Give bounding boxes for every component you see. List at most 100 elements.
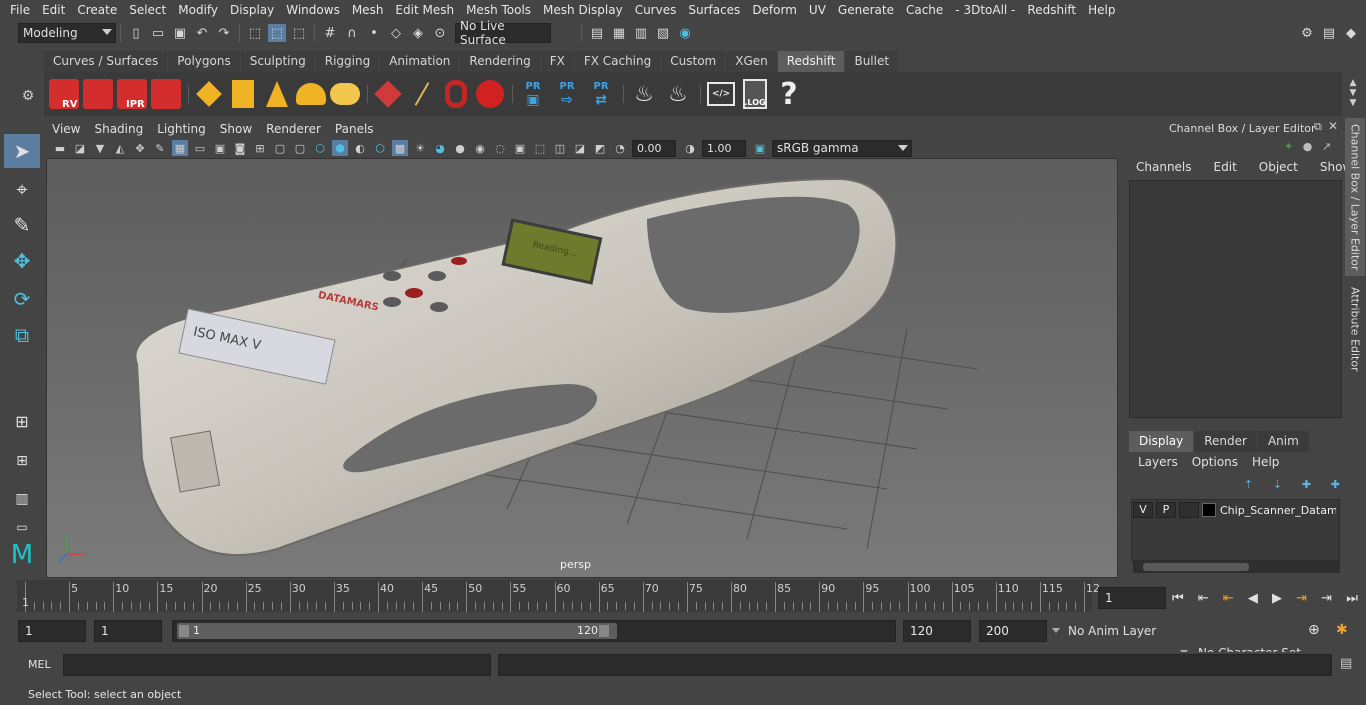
help-icon[interactable]: ?	[773, 77, 805, 112]
shelf-tab-polygons[interactable]: Polygons	[168, 51, 240, 72]
new-layer-selected-icon[interactable]: ✚	[1331, 478, 1340, 494]
menu-modify[interactable]: Modify	[172, 3, 224, 17]
grid-icon[interactable]: ▦	[172, 140, 188, 156]
layer-visibility-toggle[interactable]: V	[1133, 502, 1153, 518]
layer-type-toggle[interactable]	[1179, 502, 1199, 518]
range-slider-bar[interactable]	[177, 623, 617, 639]
viewport-menu-view[interactable]: View	[52, 122, 80, 136]
step-forward-frame-icon[interactable]: ⇥	[1321, 591, 1332, 606]
side-tab-channel-box[interactable]: Channel Box / Layer Editor	[1345, 118, 1365, 276]
four-view-icon[interactable]: ⊞	[4, 444, 40, 478]
gear-icon[interactable]: ⚙	[20, 88, 36, 104]
snap-curve-icon[interactable]: ∩	[343, 24, 361, 42]
render-frame-icon[interactable]: ▦	[610, 24, 628, 42]
exposure-field[interactable]: 0.00	[632, 139, 676, 157]
hair-button[interactable]	[406, 77, 438, 111]
snap-grid-icon[interactable]: #	[321, 24, 339, 42]
xray-components-icon[interactable]: ◩	[592, 140, 608, 156]
field-chart-icon[interactable]: ⊞	[252, 140, 268, 156]
use-all-lights-icon[interactable]: ☀	[412, 140, 428, 156]
light-spot-button[interactable]	[261, 77, 293, 111]
pr-swap-button[interactable]: PR ⇄	[585, 77, 617, 111]
undo-icon[interactable]: ↶	[193, 24, 211, 42]
screen-space-ao-icon[interactable]: ●	[452, 140, 468, 156]
menu-uv[interactable]: UV	[803, 3, 832, 17]
animation-start-field[interactable]: 1	[18, 620, 86, 642]
perspective-viewport[interactable]: Reading... DATAMARS ISO MAX V persp	[46, 158, 1118, 578]
paint-select-tool-icon[interactable]: ✎	[4, 208, 40, 242]
auto-key-icon[interactable]: ⊕	[1308, 622, 1320, 638]
new-scene-icon[interactable]: ▯	[127, 24, 145, 42]
menu-curves[interactable]: Curves	[629, 3, 683, 17]
menu-file[interactable]: File	[4, 3, 36, 17]
open-scene-icon[interactable]: ▭	[149, 24, 167, 42]
depth-of-field-icon[interactable]: ▣	[512, 140, 528, 156]
light-dome-button[interactable]	[295, 77, 327, 111]
viewport-menu-shading[interactable]: Shading	[94, 122, 143, 136]
2d-pan-zoom-icon[interactable]: ✥	[132, 140, 148, 156]
light-sun-sky-button[interactable]	[329, 77, 361, 111]
layer-color-swatch[interactable]	[1202, 503, 1216, 517]
default-material-icon[interactable]: ◐	[352, 140, 368, 156]
hypershade-icon[interactable]: ◉	[676, 24, 694, 42]
range-start-handle[interactable]	[179, 625, 189, 637]
menu-deform[interactable]: Deform	[746, 3, 803, 17]
safe-title-icon[interactable]: ▢	[292, 140, 308, 156]
channel-menu-channels[interactable]: Channels	[1128, 160, 1192, 178]
ipr-render-icon[interactable]: ▥	[632, 24, 650, 42]
isolate-select-icon[interactable]: ⬚	[532, 140, 548, 156]
menu-edit[interactable]: Edit	[36, 3, 71, 17]
gate-mask-icon[interactable]: ◙	[232, 140, 248, 156]
menu-surfaces[interactable]: Surfaces	[682, 3, 746, 17]
pie-recipe-icon[interactable]: ♨	[628, 77, 660, 111]
redshift-ipr-button[interactable]: IPR	[116, 77, 148, 111]
bookmark-icon[interactable]: ▼	[92, 140, 108, 156]
pie-bake-icon[interactable]: ♨	[662, 77, 694, 111]
pr-export-button[interactable]: PR ⇨	[551, 77, 583, 111]
range-end-handle[interactable]	[599, 625, 609, 637]
current-frame-field[interactable]: 1	[1098, 587, 1166, 609]
xray-joints-icon[interactable]: ◪	[572, 140, 588, 156]
menu-create[interactable]: Create	[71, 3, 123, 17]
rotate-tool-icon[interactable]: ⟳	[4, 282, 40, 316]
shelf-tab-rigging[interactable]: Rigging	[315, 51, 380, 72]
menu-edit-mesh[interactable]: Edit Mesh	[389, 3, 460, 17]
shelf-tab-fx[interactable]: FX	[540, 51, 574, 72]
sphere-button[interactable]	[474, 77, 506, 111]
viewport-menu-renderer[interactable]: Renderer	[266, 122, 321, 136]
wireframe-icon[interactable]: ⬡	[312, 140, 328, 156]
shelf-tab-bullet[interactable]: Bullet	[845, 51, 899, 72]
layer-menu-options[interactable]: Options	[1192, 455, 1238, 469]
scrollbar-thumb[interactable]	[1143, 563, 1249, 571]
exposure-icon[interactable]: ◔	[612, 140, 628, 156]
shelf-tab-sculpting[interactable]: Sculpting	[240, 51, 315, 72]
layer-tab-render[interactable]: Render	[1194, 431, 1257, 452]
shelf-tab-curves-surfaces[interactable]: Curves / Surfaces	[44, 51, 168, 72]
motion-blur-icon[interactable]: ◉	[472, 140, 488, 156]
redo-icon[interactable]: ↷	[215, 24, 233, 42]
script-editor-icon[interactable]: </>	[705, 77, 737, 111]
step-back-key-icon[interactable]: ⇤	[1198, 591, 1209, 606]
menu-redshift[interactable]: Redshift	[1021, 3, 1082, 17]
proxy-cube-button[interactable]	[372, 77, 404, 111]
redshift-render-sequence-button[interactable]	[82, 77, 114, 111]
snap-surface-icon[interactable]: ◈	[409, 24, 427, 42]
color-space-dropdown[interactable]: sRGB gamma	[772, 139, 912, 157]
move-tool-icon[interactable]: ✥	[4, 244, 40, 278]
log-file-icon[interactable]: .LOG	[739, 77, 771, 111]
gamma-icon[interactable]: ◑	[682, 140, 698, 156]
side-tab-attribute-editor[interactable]: Attribute Editor	[1345, 284, 1365, 374]
camera-icon[interactable]: ▬	[52, 140, 68, 156]
command-input[interactable]	[63, 654, 491, 676]
render-view-icon[interactable]: ▤	[588, 24, 606, 42]
step-forward-key-icon[interactable]: ⇥	[1296, 591, 1307, 606]
speed-icon[interactable]: ●	[1303, 140, 1313, 153]
viewport-menu-lighting[interactable]: Lighting	[157, 122, 206, 136]
time-slider[interactable]: 5 10 15 20 25 30 35 40 45 50 55 60 65 70 75 80 85 90 95 100…	[17, 580, 1100, 612]
camera-attributes-icon[interactable]: ◪	[72, 140, 88, 156]
shelf-tab-redshift[interactable]: Redshift	[777, 51, 845, 72]
menu-help[interactable]: Help	[1082, 3, 1121, 17]
snap-view-icon[interactable]: ◇	[387, 24, 405, 42]
shelf-scroll-arrows[interactable]: ▲ ▼ ▼	[1344, 78, 1362, 114]
menu-cache[interactable]: Cache	[900, 3, 949, 17]
